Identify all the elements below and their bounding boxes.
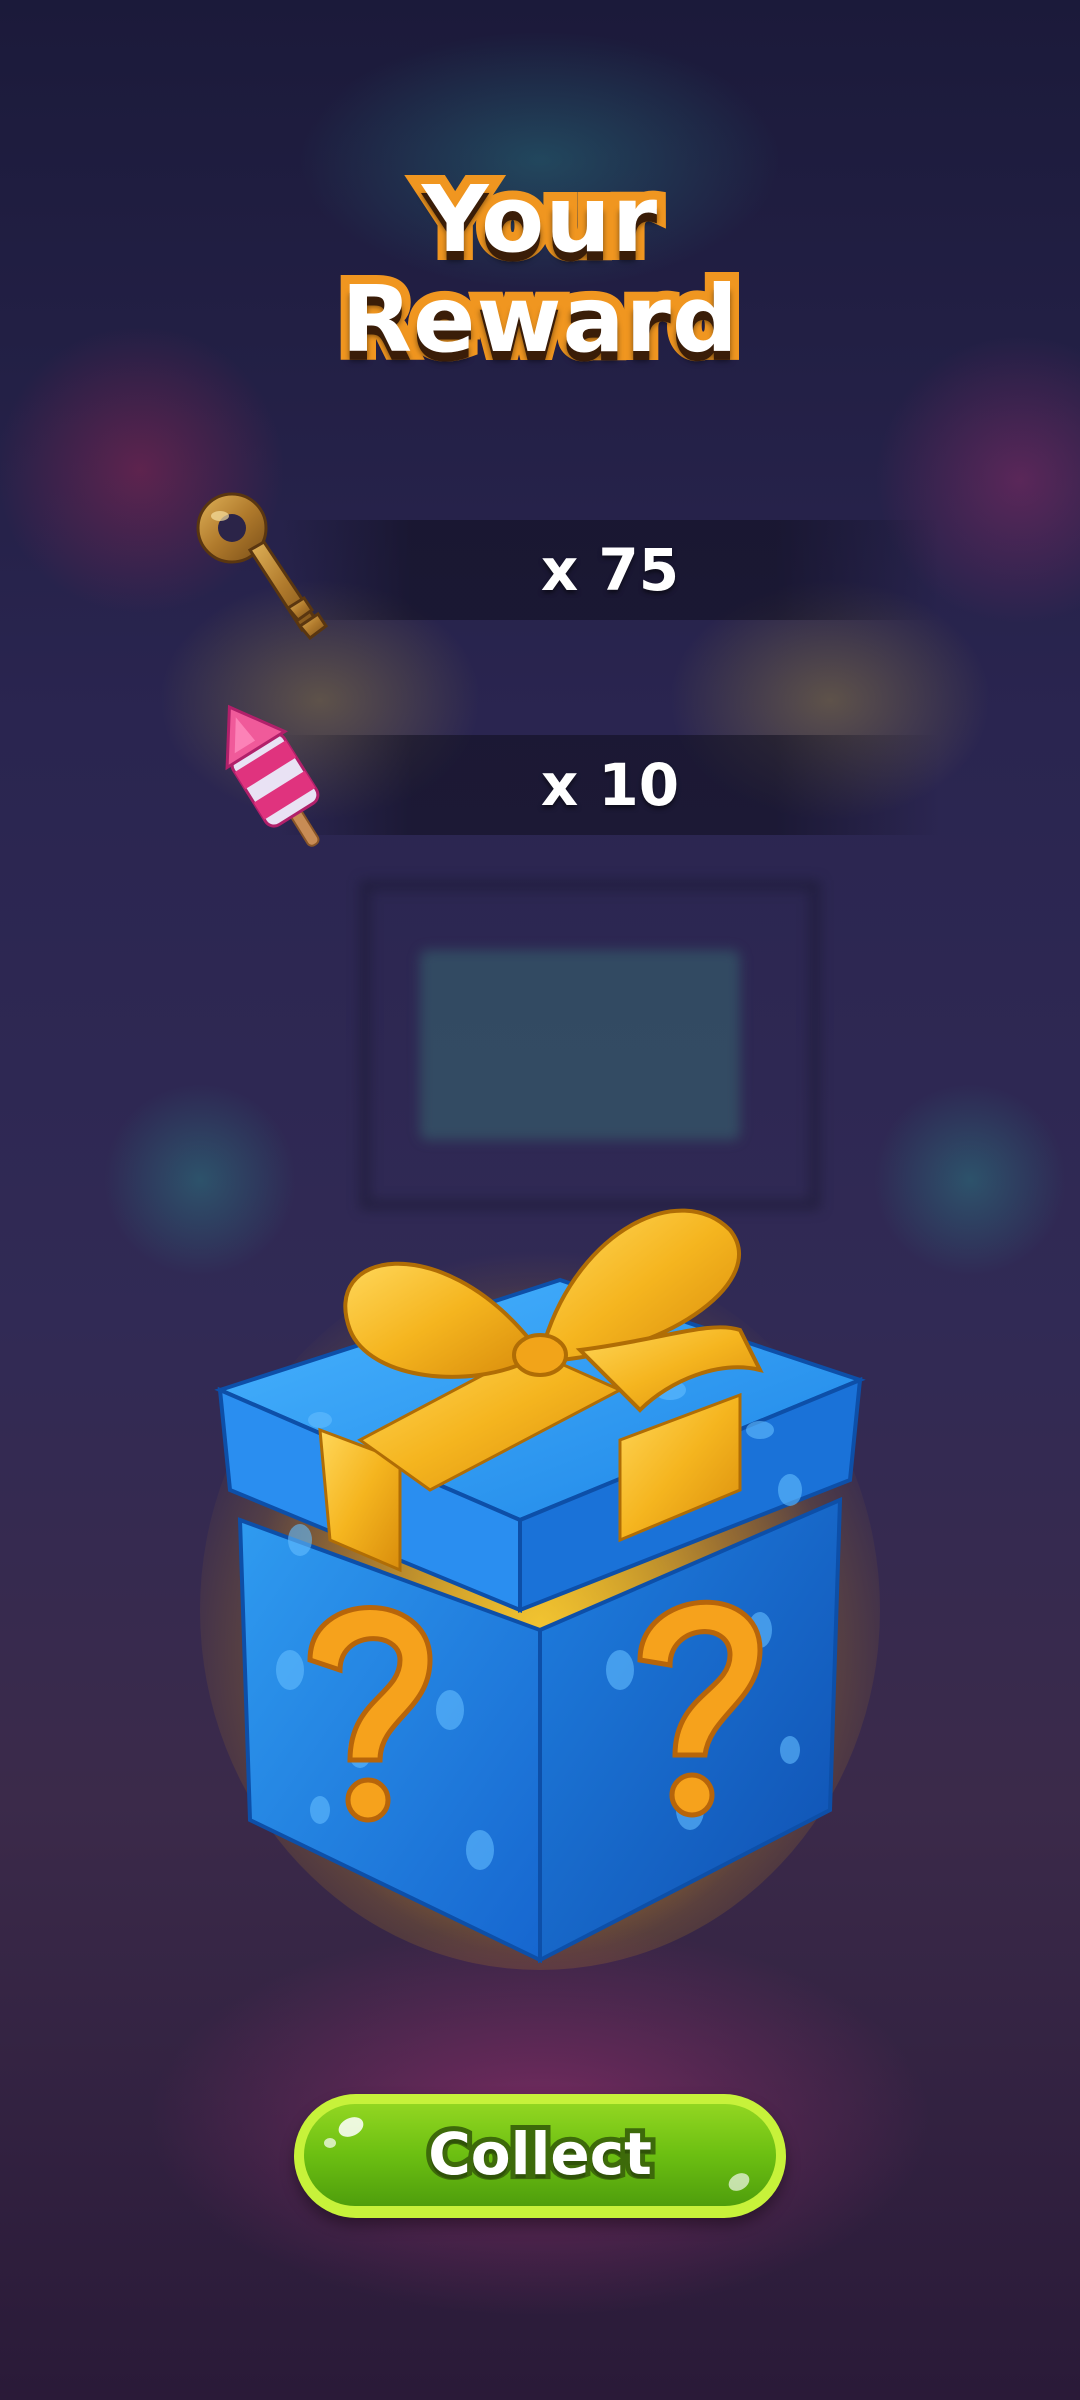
collect-button-face: Collect	[304, 2104, 776, 2206]
key-icon	[196, 492, 329, 641]
collect-button-label: Collect	[423, 2115, 657, 2193]
reward-row-keys: x 75	[280, 520, 940, 620]
reward-title: Your Reward	[0, 161, 1080, 379]
mystery-gift-box-icon	[200, 1208, 880, 1970]
title-line-1: Your	[413, 161, 666, 279]
title-line-2: Reward	[332, 261, 747, 379]
background-screen	[420, 950, 740, 1140]
reward-row-rockets: x 10	[280, 735, 940, 835]
rocket-icon	[225, 704, 320, 847]
key-count: x 75	[540, 536, 680, 604]
collect-button[interactable]: Collect	[294, 2094, 786, 2218]
rocket-count: x 10	[540, 751, 680, 819]
